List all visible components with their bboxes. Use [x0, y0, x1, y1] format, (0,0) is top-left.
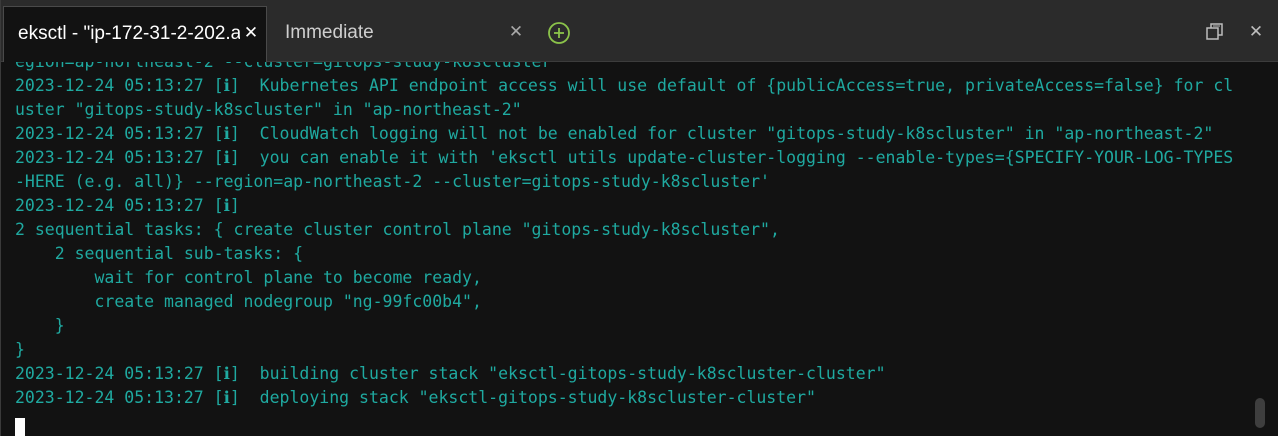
restore-window-button[interactable] [1204, 21, 1226, 43]
terminal-line: 2023-12-24 05:13:27 [ℹ] CloudWatch loggi… [15, 124, 1214, 143]
terminal-line: -HERE (e.g. all)} --region=ap-northeast-… [15, 172, 770, 191]
terminal-line: 2023-12-24 05:13:27 [ℹ] deploying stack … [15, 388, 816, 407]
close-icon: ✕ [1248, 22, 1264, 42]
scrollbar[interactable] [1249, 62, 1278, 436]
terminal-line: 2 sequential tasks: { create cluster con… [15, 220, 780, 239]
terminal-line: create managed nodegroup "ng-99fc00b4", [15, 292, 482, 311]
text-cursor [15, 418, 25, 436]
terminal-line: } [15, 316, 65, 335]
terminal-text: egion=ap-northeast-2 --cluster=gitops-st… [15, 62, 1233, 410]
terminal-line: egion=ap-northeast-2 --cluster=gitops-st… [15, 62, 1233, 74]
new-tab-button[interactable] [547, 21, 571, 45]
terminal-line: 2023-12-24 05:13:27 [ℹ] you can enable i… [15, 148, 1234, 167]
tab-bar: eksctl - "ip-172-31-2-202.ap-northeast-2… [1, 0, 1278, 62]
tab-label: eksctl - "ip-172-31-2-202.ap-northeast-2… [18, 23, 240, 44]
terminal-line: 2023-12-24 05:13:27 [ℹ] Kubernetes API e… [15, 76, 1234, 95]
terminal-line: wait for control plane to become ready, [15, 268, 482, 287]
terminal-window: eksctl - "ip-172-31-2-202.ap-northeast-2… [0, 0, 1278, 436]
tab-label: Immediate [285, 22, 374, 43]
terminal-line: 2023-12-24 05:13:27 [ℹ] building cluster… [15, 364, 886, 383]
tab-eksctl[interactable]: eksctl - "ip-172-31-2-202.ap-northeast-2… [3, 6, 267, 62]
plus-circle-icon [548, 22, 570, 44]
terminal-line: uster "gitops-study-k8scluster" in "ap-n… [15, 100, 522, 119]
restore-window-icon [1206, 23, 1223, 40]
tab-close-icon[interactable]: ✕ [505, 21, 527, 43]
close-window-button[interactable]: ✕ [1245, 21, 1267, 43]
tab-immediate[interactable]: Immediate ✕ [269, 6, 535, 62]
terminal-output[interactable]: egion=ap-northeast-2 --cluster=gitops-st… [1, 62, 1249, 436]
tab-close-icon[interactable]: ✕ [240, 22, 262, 44]
terminal-line: 2 sequential sub-tasks: { [15, 244, 304, 263]
scrollbar-thumb[interactable] [1255, 398, 1265, 428]
terminal-line: } [15, 340, 25, 359]
terminal-line: 2023-12-24 05:13:27 [ℹ] [15, 196, 240, 215]
